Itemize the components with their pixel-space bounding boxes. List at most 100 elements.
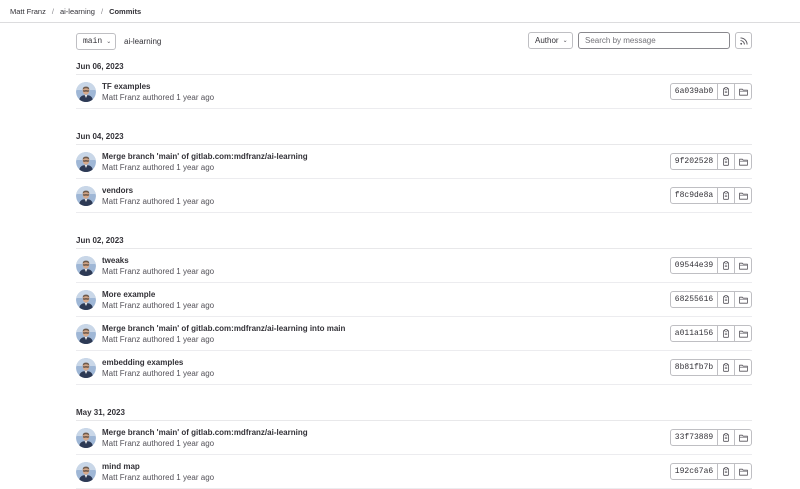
browse-files-button[interactable] xyxy=(734,84,751,99)
avatar[interactable] xyxy=(76,427,96,448)
commit-author[interactable]: Matt Franz xyxy=(102,473,140,482)
copy-icon xyxy=(722,329,730,338)
commit-title[interactable]: More example xyxy=(102,289,214,300)
copy-sha-button[interactable] xyxy=(718,326,734,341)
commit-actions: 8b81fb7b xyxy=(670,359,752,376)
breadcrumb: Matt Franz / ai-learning / Commits xyxy=(0,0,800,23)
avatar[interactable] xyxy=(76,357,96,378)
commit-title[interactable]: Merge branch 'main' of gitlab.com:mdfran… xyxy=(102,323,345,334)
branch-selector[interactable]: main ⌄ xyxy=(76,32,116,50)
commit-author[interactable]: Matt Franz xyxy=(102,93,140,102)
commit-verb: authored xyxy=(142,438,175,448)
breadcrumb-current: Commits xyxy=(109,6,142,16)
project-path: ai-learning xyxy=(124,36,162,46)
copy-sha-button[interactable] xyxy=(718,292,734,307)
commit-author[interactable]: Matt Franz xyxy=(102,301,140,310)
commit-actions: 6a039ab0 xyxy=(670,83,752,100)
commit-sha-button[interactable]: 9f202528 xyxy=(671,154,718,169)
toolbar-right: Author ⌄ xyxy=(528,32,752,49)
commit-sha-button[interactable]: 33f73889 xyxy=(671,430,718,445)
avatar[interactable] xyxy=(76,255,96,276)
copy-icon xyxy=(722,433,730,442)
copy-icon xyxy=(722,295,730,304)
breadcrumb-user[interactable]: Matt Franz xyxy=(10,7,46,16)
avatar[interactable] xyxy=(76,323,96,344)
commit-sha-button[interactable]: a011a156 xyxy=(671,326,718,341)
avatar[interactable] xyxy=(76,81,96,102)
avatar[interactable] xyxy=(76,151,96,172)
commit-verb: authored xyxy=(142,300,175,310)
commit-verb: authored xyxy=(142,368,175,378)
browse-files-button[interactable] xyxy=(734,258,751,273)
copy-sha-button[interactable] xyxy=(718,258,734,273)
folder-icon xyxy=(738,192,748,200)
commit-title[interactable]: TF examples xyxy=(102,81,214,92)
commit-author[interactable]: Matt Franz xyxy=(102,197,140,206)
commit-sha-button[interactable]: 8b81fb7b xyxy=(671,360,718,375)
commit-row: More example Matt Franz authored 1 year a… xyxy=(76,283,752,317)
commit-row: Merge branch 'main' of gitlab.com:mdfran… xyxy=(76,421,752,455)
copy-sha-button[interactable] xyxy=(718,84,734,99)
folder-icon xyxy=(738,88,748,96)
commit-author[interactable]: Matt Franz xyxy=(102,335,140,344)
browse-files-button[interactable] xyxy=(734,430,751,445)
commit-actions: 09544e39 xyxy=(670,257,752,274)
commit-date-header: Jun 04, 2023 xyxy=(76,129,752,145)
browse-files-button[interactable] xyxy=(734,292,751,307)
commit-date-header: Jun 06, 2023 xyxy=(76,59,752,75)
commit-verb: authored xyxy=(142,196,175,206)
commit-author[interactable]: Matt Franz xyxy=(102,369,140,378)
folder-icon xyxy=(738,330,748,338)
commit-sha-button[interactable]: f8c9de8a xyxy=(671,188,718,203)
browse-files-button[interactable] xyxy=(734,154,751,169)
copy-sha-button[interactable] xyxy=(718,464,734,479)
folder-icon xyxy=(738,158,748,166)
commit-day-group: Jun 02, 2023 tweaks Matt Franz authored 1… xyxy=(76,233,752,385)
avatar[interactable] xyxy=(76,461,96,482)
rss-icon xyxy=(739,36,748,45)
commit-row: tweaks Matt Franz authored 1 year ago 0954… xyxy=(76,249,752,283)
breadcrumb-project[interactable]: ai-learning xyxy=(60,7,95,16)
commit-sha-button[interactable]: 68255616 xyxy=(671,292,718,307)
commit-info: vendors Matt Franz authored 1 year ago xyxy=(102,185,214,207)
avatar[interactable] xyxy=(76,289,96,310)
commit-info: tweaks Matt Franz authored 1 year ago xyxy=(102,255,214,277)
commit-sha-button[interactable]: 192c67a6 xyxy=(671,464,718,479)
avatar[interactable] xyxy=(76,185,96,206)
commit-time: 1 year ago xyxy=(176,196,215,206)
commit-info: embedding examples Matt Franz authored 1 … xyxy=(102,357,214,379)
commit-row: mind map Matt Franz authored 1 year ago 19… xyxy=(76,455,752,489)
search-input[interactable] xyxy=(578,32,730,49)
commit-title[interactable]: embedding examples xyxy=(102,357,214,368)
commit-actions: 68255616 xyxy=(670,291,752,308)
copy-icon xyxy=(722,87,730,96)
commit-info: Merge branch 'main' of gitlab.com:mdfran… xyxy=(102,323,345,345)
commit-title[interactable]: mind map xyxy=(102,461,214,472)
commit-author[interactable]: Matt Franz xyxy=(102,439,140,448)
browse-files-button[interactable] xyxy=(734,326,751,341)
copy-sha-button[interactable] xyxy=(718,360,734,375)
copy-sha-button[interactable] xyxy=(718,188,734,203)
commit-meta: Matt Franz authored 1 year ago xyxy=(102,472,214,483)
commit-sha-button[interactable]: 6a039ab0 xyxy=(671,84,718,99)
commit-day-group: Jun 06, 2023 TF examples Matt Franz autho… xyxy=(76,59,752,109)
commit-row: Merge branch 'main' of gitlab.com:mdfran… xyxy=(76,317,752,351)
commit-author[interactable]: Matt Franz xyxy=(102,267,140,276)
commit-title[interactable]: vendors xyxy=(102,185,214,196)
author-filter[interactable]: Author ⌄ xyxy=(528,32,573,49)
author-filter-label: Author xyxy=(535,36,559,45)
commit-meta: Matt Franz authored 1 year ago xyxy=(102,438,308,449)
browse-files-button[interactable] xyxy=(734,188,751,203)
copy-icon xyxy=(722,467,730,476)
commit-author[interactable]: Matt Franz xyxy=(102,163,140,172)
commit-sha-button[interactable]: 09544e39 xyxy=(671,258,718,273)
copy-sha-button[interactable] xyxy=(718,430,734,445)
commit-title[interactable]: Merge branch 'main' of gitlab.com:mdfran… xyxy=(102,427,308,438)
browse-files-button[interactable] xyxy=(734,464,751,479)
commit-title[interactable]: Merge branch 'main' of gitlab.com:mdfran… xyxy=(102,151,308,162)
commit-time: 1 year ago xyxy=(176,162,215,172)
browse-files-button[interactable] xyxy=(734,360,751,375)
rss-button[interactable] xyxy=(735,32,752,49)
commit-title[interactable]: tweaks xyxy=(102,255,214,266)
copy-sha-button[interactable] xyxy=(718,154,734,169)
